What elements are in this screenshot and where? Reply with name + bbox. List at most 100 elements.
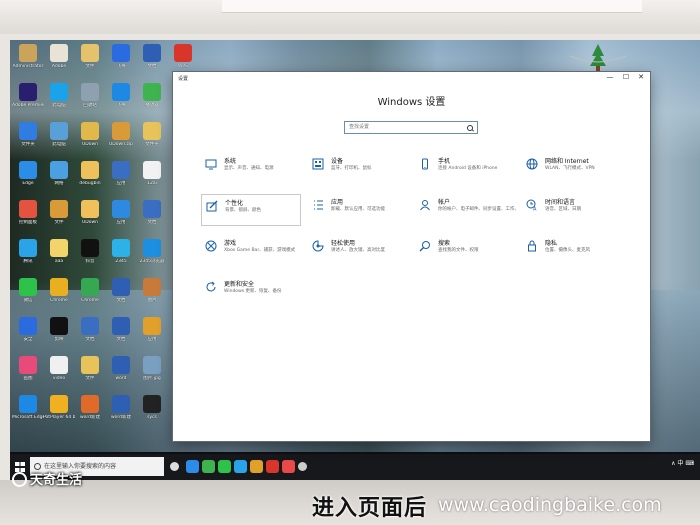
- task-view-icon[interactable]: [170, 462, 179, 471]
- settings-tile-phone[interactable]: 手机 连接 Android 设备和 iPhone: [415, 153, 515, 185]
- app-icon[interactable]: [218, 460, 231, 473]
- desktop-icon[interactable]: 文件: [74, 44, 106, 80]
- desktop-icon-label: Administrator: [12, 64, 44, 69]
- desktop-icon[interactable]: 应用: [105, 161, 137, 197]
- settings-search-input[interactable]: 查找设置: [344, 121, 478, 134]
- xbox-icon: [205, 240, 217, 252]
- desktop-icon[interactable]: UDown.zip: [105, 122, 137, 158]
- desktop-icon[interactable]: Chrome: [43, 278, 75, 314]
- app-icon: [50, 239, 68, 257]
- desktop-icon-label: 图片.jpg: [143, 376, 161, 381]
- desktop-icon[interactable]: 文档: [136, 200, 168, 236]
- desktop-icon[interactable]: 文件夹: [12, 122, 44, 158]
- desktop-icon[interactable]: PotPlayer 64 bit: [43, 395, 75, 431]
- settings-tile-gaming[interactable]: 游戏 Xbox Game Bar、捕获、游戏模式: [201, 235, 301, 267]
- window-titlebar[interactable]: 设置 — ☐ ✕: [173, 72, 650, 86]
- settings-tile-search[interactable]: 搜索 查找我的文件、权限: [415, 235, 515, 267]
- settings-tile-system[interactable]: 系统 显示、声音、通知、电源: [201, 153, 301, 185]
- maximize-button[interactable]: ☐: [619, 73, 633, 81]
- desktop-icon[interactable]: 文档: [105, 278, 137, 314]
- desktop-icon-label: Edge: [22, 181, 34, 186]
- desktop-icon[interactable]: aaa: [43, 239, 75, 275]
- desktop-icon[interactable]: 2345浏览器: [136, 239, 168, 275]
- edge-icon[interactable]: [186, 460, 199, 473]
- desktop-icon[interactable]: 文档: [105, 317, 137, 353]
- desktop-icon[interactable]: 安全: [12, 317, 44, 353]
- desktop-icon-label: 网络: [54, 181, 64, 186]
- desktop-icon[interactable]: video: [43, 356, 75, 392]
- desktop-icon[interactable]: Edge: [12, 161, 44, 197]
- settings-tile-time[interactable]: A 时间和语言 语音、区域、日期: [522, 194, 622, 226]
- desktop-icon-label: word新建: [110, 415, 132, 420]
- desktop-icon[interactable]: UDown: [74, 200, 106, 236]
- desktop-icon[interactable]: 飞书: [105, 83, 137, 119]
- app-icon: [112, 278, 130, 296]
- desktop-icon[interactable]: 播放器: [136, 83, 168, 119]
- desktop-icon[interactable]: 此电脑: [43, 122, 75, 158]
- settings-tile-update[interactable]: 更新和安全 Windows 更新、恢复、备份: [201, 276, 301, 308]
- desktop-icon[interactable]: 文件: [74, 356, 106, 392]
- app-icon[interactable]: [266, 460, 279, 473]
- desktop-icon[interactable]: debugbin: [74, 161, 106, 197]
- desktop-icon[interactable]: 微信: [12, 278, 44, 314]
- desktop-icon[interactable]: 应用: [105, 200, 137, 236]
- desktop-icon-label: 文件: [85, 64, 95, 69]
- app-icon[interactable]: [234, 460, 247, 473]
- desktop-icon[interactable]: 画图: [12, 356, 44, 392]
- desktop-icon[interactable]: sycs: [136, 395, 168, 431]
- logo-circle-icon: [12, 472, 27, 487]
- desktop-icon-label: Adobe Premiere: [12, 103, 44, 108]
- desktop-icon[interactable]: Administrator: [12, 44, 44, 80]
- desktop-icon[interactable]: 文件: [43, 200, 75, 236]
- settings-tile-title: 隐私: [545, 240, 558, 247]
- desktop-icon[interactable]: 图片.jpg: [136, 356, 168, 392]
- desktop-icon[interactable]: 飞书: [105, 44, 137, 80]
- settings-tile-apps[interactable]: 应用 卸载、默认应用、可选功能: [308, 194, 408, 226]
- settings-tile-devices[interactable]: 设备 蓝牙、打印机、鼠标: [308, 153, 408, 185]
- desktop-icon[interactable]: Adobe Premiere: [12, 83, 44, 119]
- desktop-icon[interactable]: 文件夹: [136, 122, 168, 158]
- gear-icon[interactable]: [298, 462, 307, 471]
- desktop-icon[interactable]: Adobe: [43, 44, 75, 80]
- app-icon: [50, 317, 68, 335]
- desktop-icon[interactable]: 文档: [74, 317, 106, 353]
- desktop-icon[interactable]: word新建: [74, 395, 106, 431]
- app-icon[interactable]: [250, 460, 263, 473]
- desktop-icon[interactable]: 此电脑: [43, 83, 75, 119]
- desktop-icon[interactable]: 剪映: [43, 317, 75, 353]
- settings-tile-personalization[interactable]: 个性化 背景、锁屏、颜色: [201, 194, 301, 226]
- desktop-icon[interactable]: 图片: [136, 278, 168, 314]
- desktop-icon[interactable]: 网络: [43, 161, 75, 197]
- app-icon: [81, 356, 99, 374]
- app-icon: [112, 161, 130, 179]
- settings-tile-title: 帐户: [438, 199, 451, 206]
- desktop-icon[interactable]: Chrome: [74, 278, 106, 314]
- settings-tile-subtitle: 显示、声音、通知、电源: [224, 166, 274, 171]
- desktop-icon[interactable]: 回收站: [74, 83, 106, 119]
- lock-icon: [528, 240, 536, 252]
- desktop-icon-label: 应用: [116, 220, 126, 225]
- settings-tile-ease[interactable]: 轻松使用 讲述人、放大镜、高对比度: [308, 235, 408, 267]
- desktop-icon[interactable]: 抖音: [74, 239, 106, 275]
- system-tray[interactable]: ∧ 中 ⌨: [671, 458, 694, 467]
- app-icon: [50, 161, 68, 179]
- app-icon[interactable]: [282, 460, 295, 473]
- desktop-icon[interactable]: 应用: [136, 317, 168, 353]
- desktop-icon[interactable]: 12ai: [136, 161, 168, 197]
- desktop-icon[interactable]: UDown: [74, 122, 106, 158]
- settings-tile-accounts[interactable]: 帐户你的帐户、电子邮件、同步设置、工作、家庭: [415, 194, 516, 226]
- desktop-icon[interactable]: 文档: [136, 44, 168, 80]
- desktop-icon-label: word: [115, 376, 127, 381]
- desktop-icon[interactable]: Microsoft Edge: [12, 395, 44, 431]
- app-icon[interactable]: [202, 460, 215, 473]
- settings-tile-privacy[interactable]: 隐私 位置、摄像头、麦克风: [522, 235, 622, 267]
- close-button[interactable]: ✕: [634, 73, 648, 81]
- desktop-icon[interactable]: 控制面板: [12, 200, 44, 236]
- desktop-icon[interactable]: word: [105, 356, 137, 392]
- desktop-icon[interactable]: 腾讯: [12, 239, 44, 275]
- desktop-icon[interactable]: 2345: [105, 239, 137, 275]
- settings-tile-network[interactable]: 网络和 Internet WLAN、飞行模式、VPN: [522, 153, 622, 185]
- minimize-button[interactable]: —: [603, 73, 617, 81]
- desktop-icon[interactable]: word新建: [105, 395, 137, 431]
- svg-text:A: A: [533, 207, 537, 212]
